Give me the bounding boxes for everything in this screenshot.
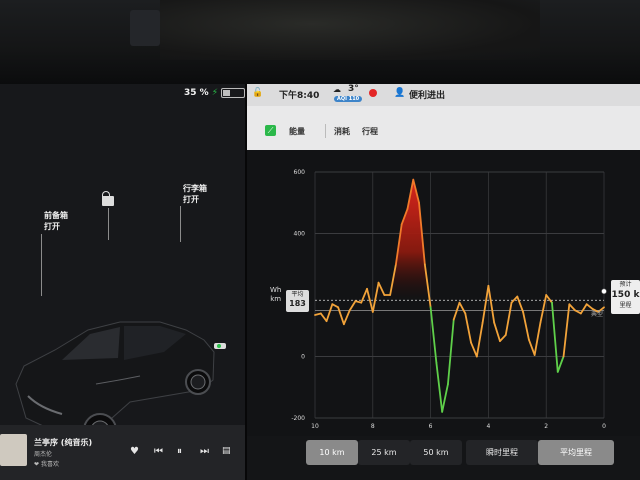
distance-50km-button[interactable]: 50 km (410, 440, 462, 465)
tab-separator (325, 124, 326, 138)
y-unit-top: Wh (270, 286, 282, 294)
clock: 下午8:40 (279, 91, 320, 101)
equalizer-icon[interactable]: ▤ (222, 446, 231, 456)
average-box: 平均 183 (286, 290, 309, 312)
tab-trip[interactable]: 行程 (362, 126, 378, 137)
energy-line-segment (447, 318, 455, 386)
energy-line-segment (568, 303, 577, 312)
energy-line-segment (452, 301, 461, 321)
energy-line-segment (551, 301, 559, 373)
energy-line-segment (499, 334, 507, 343)
average-range-button[interactable]: 平均里程 (538, 440, 614, 465)
energy-line-segment (475, 321, 484, 358)
current-position-marker (601, 288, 607, 295)
y-unit-bottom: km (270, 295, 282, 303)
aqi-badge: AQI 110 (334, 96, 363, 102)
previous-track-icon[interactable]: ⏮ (154, 446, 163, 457)
y-tick-label: 400 (294, 231, 306, 238)
typical-label: 典型 (591, 311, 604, 318)
x-tick-label: 4 (486, 423, 490, 430)
song-title: 兰亭序 (纯音乐) (34, 438, 93, 447)
energy-line-segment (343, 309, 351, 326)
estimated-value: 150 k (611, 290, 640, 300)
energy-line-segment (527, 338, 536, 356)
energy-line-segment (319, 312, 328, 323)
energy-line-segment (562, 303, 571, 358)
background-scene (0, 0, 640, 84)
energy-line-segment (435, 361, 444, 413)
x-tick-label: 6 (429, 423, 433, 430)
energy-area (315, 179, 604, 301)
instant-range-button[interactable]: 瞬时里程 (466, 440, 538, 465)
y-tick-label: 600 (294, 169, 306, 176)
pause-icon[interactable]: ⏸ (177, 446, 182, 457)
tab-energy[interactable]: 能量 (289, 126, 305, 137)
energy-line-segment (533, 321, 542, 356)
x-tick-label: 8 (371, 423, 375, 430)
x-tick-label: 10 (311, 423, 319, 430)
user-icon[interactable]: 👤 (394, 88, 405, 98)
energy-line-segment (574, 309, 582, 315)
heart-icon[interactable]: ♥ (130, 446, 139, 457)
tab-consumption[interactable]: 消耗 (334, 126, 350, 137)
car-image (15, 321, 226, 447)
album-art[interactable] (0, 434, 27, 466)
energy-line-segment (464, 312, 472, 344)
song-artist: 周杰伦 (34, 451, 53, 458)
favorite-label: 我喜欢 (40, 461, 59, 468)
x-tick-label: 2 (544, 423, 548, 430)
average-value: 183 (289, 299, 306, 308)
average-label: 平均 (291, 291, 304, 298)
estimated-range-box: 预计 150 k 里程 (611, 280, 640, 314)
energy-tab-icon[interactable]: ⟋ (265, 125, 276, 136)
y-tick-label: 0 (301, 354, 305, 361)
energy-line-segment (487, 284, 496, 324)
energy-line-segment (458, 301, 467, 315)
estimated-label: 预计 (619, 281, 632, 288)
background-window (130, 10, 160, 46)
estimated-unit: 里程 (619, 302, 632, 309)
distance-25km-button[interactable]: 25 km (358, 440, 410, 465)
favorite-source: ❤ 我喜欢 (34, 461, 59, 468)
y-tick-label: -200 (291, 415, 305, 422)
energy-line-segment (556, 355, 565, 373)
next-track-icon[interactable]: ⏭ (200, 446, 209, 457)
energy-line-segment (337, 306, 345, 326)
weather-icon: ☁ (333, 85, 341, 94)
lock-status-icon[interactable]: 🔓 (252, 88, 263, 98)
energy-line-segment (481, 284, 490, 324)
energy-line-segment (579, 303, 588, 315)
energy-line-segment (441, 383, 449, 413)
energy-line-segment (470, 341, 478, 358)
background-blur (160, 0, 540, 60)
y-axis-unit: Wh km (270, 286, 281, 304)
energy-line-segment (331, 303, 340, 309)
energy-line-segment (504, 301, 513, 336)
distance-10km-button[interactable]: 10 km (306, 440, 358, 465)
temperature: 3° (348, 84, 359, 94)
dashcam-record-icon[interactable] (369, 89, 377, 97)
easy-entry-label[interactable]: 便利进出 (409, 88, 445, 101)
energy-line-segment (429, 306, 438, 364)
energy-line-segment (522, 311, 530, 341)
x-tick-label: 0 (602, 423, 606, 430)
energy-line-segment (348, 300, 357, 312)
energy-line-segment (325, 303, 334, 323)
energy-line-segment (493, 321, 501, 343)
